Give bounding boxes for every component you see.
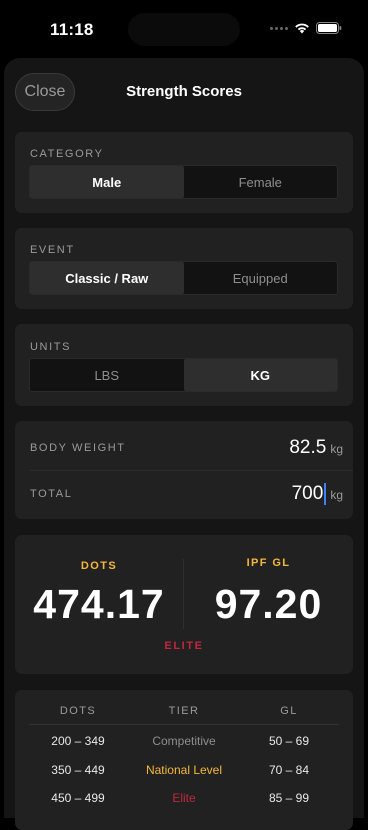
table-cell-dots: 350 – 449 (51, 763, 105, 777)
table-cell-dots: 200 – 349 (51, 734, 105, 748)
event-segmented-control: Classic / Raw Equipped (29, 261, 338, 295)
ipf-gl-score-value: 97.20 (214, 581, 323, 627)
category-card: CATEGORY Male Female (15, 132, 353, 213)
status-time: 11:18 (50, 20, 94, 39)
dots-score-label: DOTS (80, 560, 118, 572)
units-segmented-control: LBS KG (29, 358, 338, 392)
units-option-kg[interactable]: KG (183, 359, 337, 391)
category-option-female[interactable]: Female (184, 166, 338, 198)
units-option-lbs[interactable]: LBS (30, 359, 184, 391)
tier-table-card: DOTS TIER GL 200 – 349 Competitive 50 – … (15, 690, 353, 830)
table-cell-gl: 85 – 99 (268, 791, 310, 805)
cellular-signal-icon (270, 26, 288, 30)
total-label: TOTAL (30, 488, 73, 500)
status-icons (270, 22, 342, 34)
inputs-card: BODY WEIGHT 82.5 kg TOTAL 700 kg (15, 421, 353, 519)
dots-score-value: 474.17 (33, 581, 165, 627)
battery-icon (316, 22, 342, 34)
dynamic-island (128, 13, 240, 46)
table-cell-gl: 70 – 84 (268, 763, 310, 777)
body-weight-value[interactable]: 82.5 (289, 437, 326, 459)
event-option-equipped[interactable]: Equipped (184, 262, 338, 294)
table-header-gl: GL (280, 705, 298, 717)
row-divider (30, 470, 353, 471)
event-option-classic-raw[interactable]: Classic / Raw (30, 262, 184, 294)
strength-scores-sheet: Close Strength Scores CATEGORY Male Fema… (4, 58, 364, 830)
ipf-gl-score-label: IPF GL (246, 557, 291, 569)
body-weight-field[interactable]: 82.5 kg (289, 437, 343, 459)
category-option-male[interactable]: Male (30, 166, 184, 198)
total-unit: kg (330, 488, 343, 502)
tier-badge: ELITE (164, 640, 204, 652)
table-header-dots: DOTS (59, 705, 97, 717)
table-cell-gl: 50 – 69 (268, 734, 310, 748)
wifi-icon (295, 23, 309, 34)
page-title: Strength Scores (126, 83, 242, 100)
body-weight-unit: kg (330, 442, 343, 456)
body-weight-label: BODY WEIGHT (30, 442, 126, 454)
table-header-divider (29, 724, 339, 725)
category-label: CATEGORY (30, 148, 104, 160)
units-label: UNITS (30, 341, 71, 353)
event-label: EVENT (30, 244, 75, 256)
scores-card: DOTS 474.17 IPF GL 97.20 ELITE (15, 535, 353, 674)
text-cursor (324, 483, 327, 505)
total-value[interactable]: 700 (292, 483, 324, 505)
category-segmented-control: Male Female (29, 165, 338, 199)
units-card: UNITS LBS KG (15, 324, 353, 406)
event-card: EVENT Classic / Raw Equipped (15, 228, 353, 309)
status-bar: 11:18 (0, 0, 368, 58)
nav-bar: Close Strength Scores (4, 58, 364, 124)
total-field[interactable]: 700 kg (292, 483, 343, 505)
table-cell-dots: 450 – 499 (51, 791, 105, 805)
